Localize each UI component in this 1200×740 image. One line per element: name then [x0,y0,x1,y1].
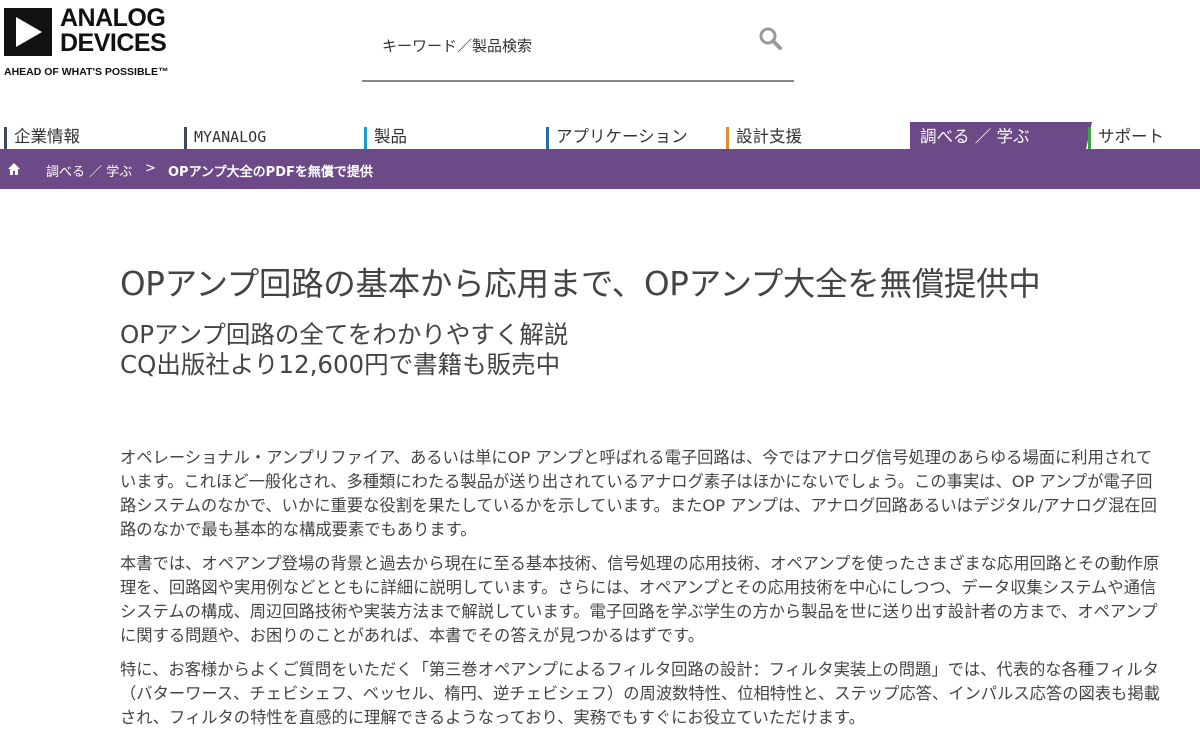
nav-accent-bar [1088,127,1091,149]
breadcrumb-learn-link[interactable]: 調べる ／ 学ぶ [46,161,132,180]
nav-accent-bar [726,127,729,149]
nav-label: アプリケーション [556,127,688,146]
article-body: オペレーショナル・アンプリファイア、あるいは単にOP アンプと呼ばれる電子回路は… [120,446,1160,740]
logo-wordmark: ANALOG DEVICES [60,4,167,57]
nav-accent-bar [546,127,549,149]
page-subtitle-2: CQ出版社より12,600円で書籍も販売中 [120,350,561,379]
nav-accent-bar [184,127,187,149]
search-icon[interactable] [758,26,784,52]
nav-label: 製品 [374,127,407,146]
nav-item-products[interactable]: 製品 [364,122,546,149]
search-input[interactable] [380,34,744,58]
search-box [362,20,794,82]
article-paragraph: オペレーショナル・アンプリファイア、あるいは単にOP アンプと呼ばれる電子回路は… [120,448,1157,539]
logo-line-1: ANALOG [60,4,166,32]
analog-devices-logo[interactable]: ANALOG DEVICES AHEAD OF WHAT'S POSSIBLE™ [4,6,204,86]
page-title: OPアンプ回路の基本から応用まで、OPアンプ大全を無償提供中 [120,265,1041,303]
nav-accent-bar [364,127,367,149]
nav-item-design-support[interactable]: 設計支援 [726,122,910,149]
logo-line-2: DEVICES [60,29,167,57]
main-nav: 企業情報 MYANALOG 製品 アプリケーション 設計支援 調べる ／ 学ぶ … [0,122,1200,149]
nav-item-applications[interactable]: アプリケーション [546,122,726,149]
article-paragraph: 本書では、オペアンプ登場の背景と過去から現在に至る基本技術、信号処理の応用技術、… [120,554,1160,645]
nav-accent-bar [4,127,7,149]
breadcrumb: 調べる ／ 学ぶ > OPアンプ大全のPDFを無償で提供 [0,149,1200,189]
breadcrumb-separator: > [145,161,156,176]
nav-item-myanalog[interactable]: MYANALOG [184,122,364,149]
nav-item-learn[interactable]: 調べる ／ 学ぶ [910,122,1092,149]
nav-item-company[interactable]: 企業情報 [4,122,184,149]
nav-label: MYANALOG [194,128,267,146]
nav-label: 設計支援 [736,127,802,146]
nav-label: 企業情報 [14,127,80,146]
logo-tagline: AHEAD OF WHAT'S POSSIBLE™ [4,66,169,78]
home-icon[interactable] [7,162,21,176]
nav-item-support[interactable]: サポート [1088,122,1200,149]
nav-label: サポート [1098,127,1164,146]
nav-label: 調べる ／ 学ぶ [920,127,1030,146]
article-paragraph: 特に、お客様からよくご質問をいただく「第三巻オペアンプによるフィルタ回路の設計：… [120,660,1160,727]
breadcrumb-current: OPアンプ大全のPDFを無償で提供 [168,165,373,180]
logo-triangle-icon [4,8,52,56]
